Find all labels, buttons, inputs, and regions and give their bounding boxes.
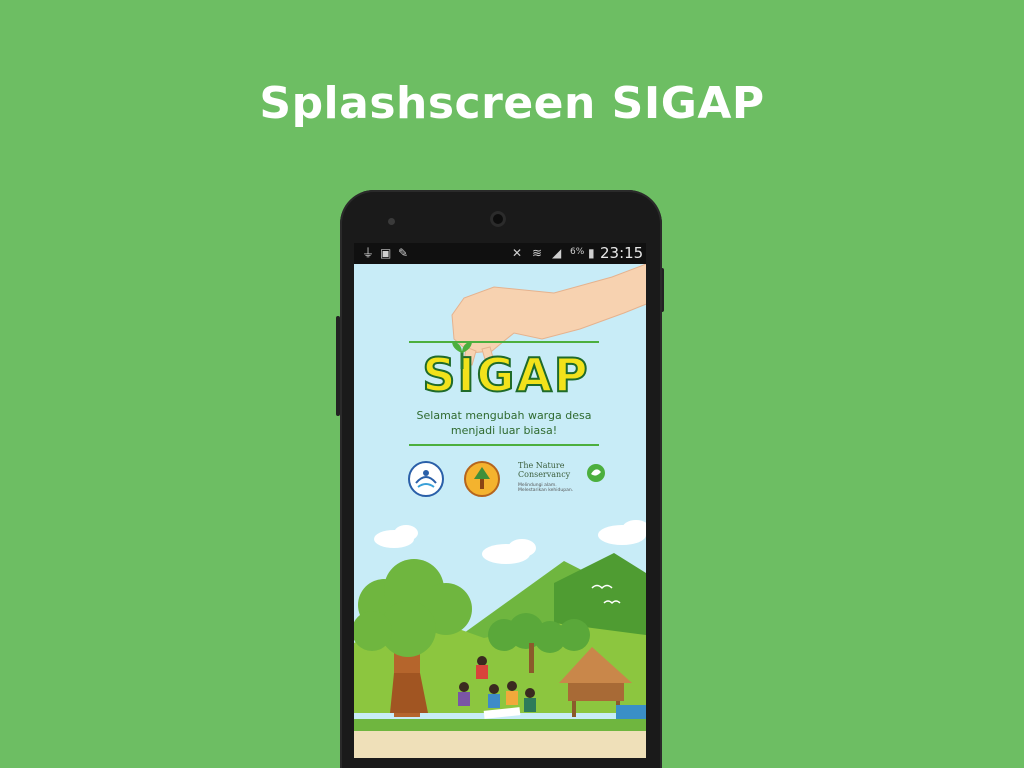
front-camera xyxy=(490,211,506,227)
phone-screen: ⏚ ▣ ✎ ✕ ≋ ◢ 6% ▮ 23:15 SIGAP Selamat men… xyxy=(354,243,646,758)
logo-divider-top xyxy=(409,341,599,343)
battery-percent: 6% xyxy=(570,247,585,257)
phone-sensor xyxy=(388,218,395,225)
status-bar: ⏚ ▣ ✎ ✕ ≋ ◢ 6% ▮ 23:15 xyxy=(354,243,646,264)
tnc-leaf-icon xyxy=(587,464,605,482)
logo-divider-bottom xyxy=(409,444,599,446)
seedling-icon xyxy=(452,341,472,369)
tnc-logo-text: The Nature Conservancy xyxy=(518,461,592,479)
slide-title: Splashscreen SIGAP xyxy=(259,78,765,129)
tnc-name-line2: Conservancy xyxy=(518,470,571,479)
status-time: 23:15 xyxy=(600,244,644,262)
signal-icon: ◢ xyxy=(552,246,562,260)
tnc-slogan: Melindungi alam. Melestarikan kehidupan. xyxy=(518,483,592,493)
partner-logos: The Nature Conservancy Melindungi alam. … xyxy=(406,459,606,499)
app-logo: SIGAP xyxy=(421,347,590,403)
mute-icon: ✕ xyxy=(512,246,523,260)
splash-illustration xyxy=(354,243,646,758)
pencil-icon: ✎ xyxy=(398,246,409,260)
ministry-emblem-icon xyxy=(408,461,444,497)
tagline-line-2: menjadi luar biasa! xyxy=(450,424,558,437)
slide: Splashscreen SIGAP ⏚ ▣ ✎ ✕ ≋ ◢ 6% ▮ 23:1… xyxy=(0,0,1024,768)
tnc-slogan-line2: Melestarikan kehidupan. xyxy=(518,488,574,493)
wifi-icon: ≋ xyxy=(532,246,543,260)
tagline-line-1: Selamat mengubah warga desa xyxy=(416,409,592,422)
message-icon: ▣ xyxy=(380,246,392,260)
tnc-name-line1: The Nature xyxy=(518,461,565,470)
usb-icon: ⏚ xyxy=(362,246,375,260)
battery-icon: ▮ xyxy=(588,246,595,260)
forestry-emblem-icon xyxy=(464,461,500,497)
